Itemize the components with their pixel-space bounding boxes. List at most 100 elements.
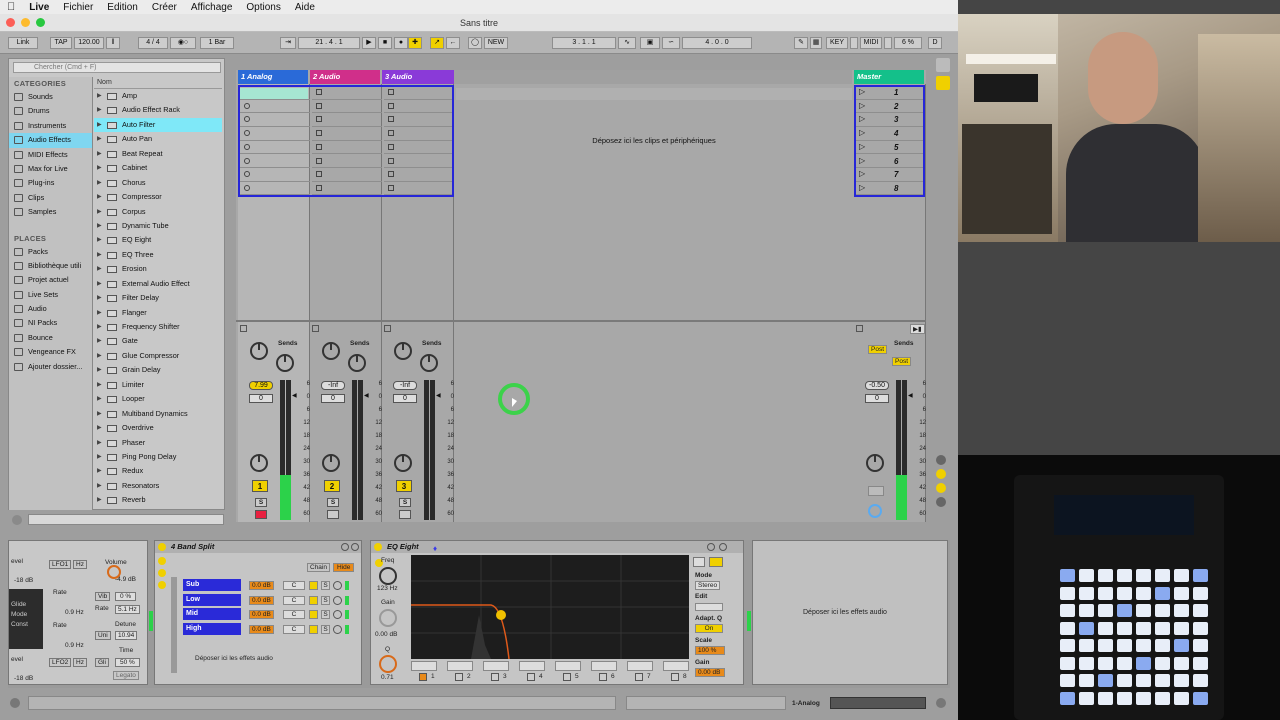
vib-value[interactable]: 0 % (115, 592, 137, 601)
eq-freq-value[interactable]: 123 Hz (377, 585, 398, 592)
send-a-knob[interactable] (394, 342, 412, 360)
overdub-icon[interactable]: ✚ (408, 37, 422, 49)
eq-scale-value[interactable]: 100 % (695, 646, 725, 655)
key-map-button[interactable]: KEY (826, 37, 848, 49)
browser-item[interactable]: ▶ Multiband Dynamics (94, 407, 222, 421)
expand-icon[interactable]: ▶ (97, 392, 102, 406)
vib-rate-value[interactable]: 5.1 Hz (115, 605, 140, 614)
overview-thumbnail[interactable] (830, 697, 926, 709)
band-solo-button[interactable]: S (321, 624, 330, 634)
track-header-1[interactable]: 1 Analog (238, 70, 308, 84)
devices-toggle-icon[interactable] (158, 581, 166, 589)
send-b-knob[interactable] (348, 354, 366, 372)
band-solo-button[interactable]: S (321, 610, 330, 619)
fader-arrow-icon[interactable]: ◀ (292, 392, 297, 399)
browser-item[interactable]: ▶ EQ Three (94, 248, 222, 262)
volume-field[interactable]: 7.99 (249, 381, 273, 390)
browser-item[interactable]: ▶ Looper (94, 392, 222, 406)
draw-mode-icon[interactable]: ✎ (794, 37, 808, 49)
post-button-b[interactable]: Post (892, 357, 912, 366)
browser-item[interactable]: ▶ External Audio Effect (94, 277, 222, 291)
category-plugins[interactable]: Plug-ins (9, 176, 92, 190)
category-sounds[interactable]: Sounds (9, 90, 92, 104)
band-solo-button[interactable]: S (321, 595, 330, 605)
chain-list-toggle-icon[interactable] (158, 569, 166, 577)
eq-q-knob[interactable] (379, 655, 397, 673)
band-headphones-icon[interactable] (333, 610, 342, 619)
expand-icon[interactable]: ▶ (97, 349, 102, 363)
expand-icon[interactable]: ▶ (97, 248, 102, 262)
browser-item[interactable]: ▶ Reverb (94, 493, 222, 507)
arm-button[interactable] (399, 510, 411, 519)
close-window-button[interactable] (6, 18, 15, 27)
capture-icon[interactable]: ◯ (468, 37, 482, 49)
loop-icon[interactable]: ▣ (640, 37, 660, 49)
category-samples[interactable]: Samples (9, 205, 92, 219)
browser-item[interactable]: ▶ Gate (94, 334, 222, 348)
play-icon[interactable]: ▶ (362, 37, 376, 49)
arrangement-view-icon[interactable] (936, 58, 950, 72)
browser-item[interactable]: ▶ Resonators (94, 479, 222, 493)
place-packs[interactable]: Packs (9, 245, 92, 259)
fader-arrow-icon[interactable]: ◀ (436, 392, 441, 399)
pan-knob[interactable] (394, 454, 412, 472)
expand-icon[interactable]: ▶ (97, 407, 102, 421)
eq-filter-type-select[interactable] (627, 661, 653, 671)
post-button-a[interactable]: Post (868, 345, 888, 354)
volume-field[interactable]: -Inf (393, 381, 417, 390)
arm-button[interactable] (327, 510, 339, 519)
expand-icon[interactable]: ▶ (97, 363, 102, 377)
lfo2-rate-value[interactable]: 0.9 Hz (65, 642, 84, 649)
clip-view-toggle-icon[interactable] (936, 76, 950, 90)
band-volume-field[interactable]: 0.0 dB (249, 581, 274, 590)
rack-menu-icon[interactable] (351, 543, 359, 551)
send-a-knob[interactable] (322, 342, 340, 360)
glide-mode-select[interactable]: Const (11, 621, 28, 628)
browser-item[interactable]: ▶ Limiter (94, 378, 222, 392)
legato-button[interactable]: Legato (113, 671, 139, 680)
expand-icon[interactable]: ▶ (97, 378, 102, 392)
computer-midi-icon[interactable]: ▦ (810, 37, 822, 49)
band-chain-2[interactable]: Mid (183, 608, 241, 620)
follow-icon[interactable]: ⇥ (280, 37, 296, 49)
band-pan-field[interactable]: C (283, 624, 305, 634)
category-clips[interactable]: Clips (9, 191, 92, 205)
browser-item[interactable]: ▶ Beat Repeat (94, 147, 222, 161)
browser-item[interactable]: ▶ Overdrive (94, 421, 222, 435)
expand-icon[interactable]: ▶ (97, 306, 102, 320)
lfo1-button[interactable]: LFO1 (49, 560, 72, 569)
menu-options[interactable]: Options (239, 2, 287, 13)
menu-aide[interactable]: Aide (288, 2, 322, 13)
track-header-2[interactable]: 2 Audio (310, 70, 380, 84)
track-stop-button[interactable] (856, 325, 863, 332)
browser-item[interactable]: ▶ Filter Delay (94, 291, 222, 305)
band-pan-field[interactable]: C (283, 581, 305, 590)
expand-icon[interactable]: ▶ (97, 421, 102, 435)
level-value[interactable]: -18 dB (14, 577, 33, 584)
expand-icon[interactable]: ▶ (97, 190, 102, 204)
quantize-select[interactable]: 1 Bar (200, 37, 234, 49)
eq-filter-type-select[interactable] (555, 661, 581, 671)
browser-item[interactable]: ▶ Grain Delay (94, 363, 222, 377)
browser-item[interactable]: ▶ Ping Pong Delay (94, 450, 222, 464)
expand-icon[interactable]: ▶ (97, 450, 102, 464)
expand-icon[interactable]: ▶ (97, 493, 102, 507)
volume-field[interactable]: -0.50 (865, 381, 889, 390)
track-activator[interactable]: 2 (324, 480, 340, 492)
signature-field[interactable]: 4 / 4 (138, 37, 168, 49)
search-input[interactable]: Chercher (Cmd + F) (13, 62, 221, 73)
band-volume-field[interactable]: 0.0 dB (249, 610, 274, 619)
send-b-knob[interactable] (420, 354, 438, 372)
band-pan-field[interactable]: C (283, 595, 305, 605)
lfo1-hz-button[interactable]: Hz (73, 560, 87, 569)
browser-item[interactable]: ▶ Auto Pan (94, 132, 222, 146)
menu-fichier[interactable]: Fichier (56, 2, 100, 13)
browser-item[interactable]: ▶ Glue Compressor (94, 349, 222, 363)
lfo2-hz-button[interactable]: Hz (73, 658, 87, 667)
track-stop-button[interactable] (384, 325, 391, 332)
tempo-field[interactable]: 120.00 (74, 37, 104, 49)
chain-button[interactable]: Chain (307, 563, 330, 572)
selected-clip-slot[interactable] (240, 88, 308, 99)
lfo1-rate-value[interactable]: 0.9 Hz (65, 609, 84, 616)
eq-band-toggle[interactable] (635, 673, 643, 681)
